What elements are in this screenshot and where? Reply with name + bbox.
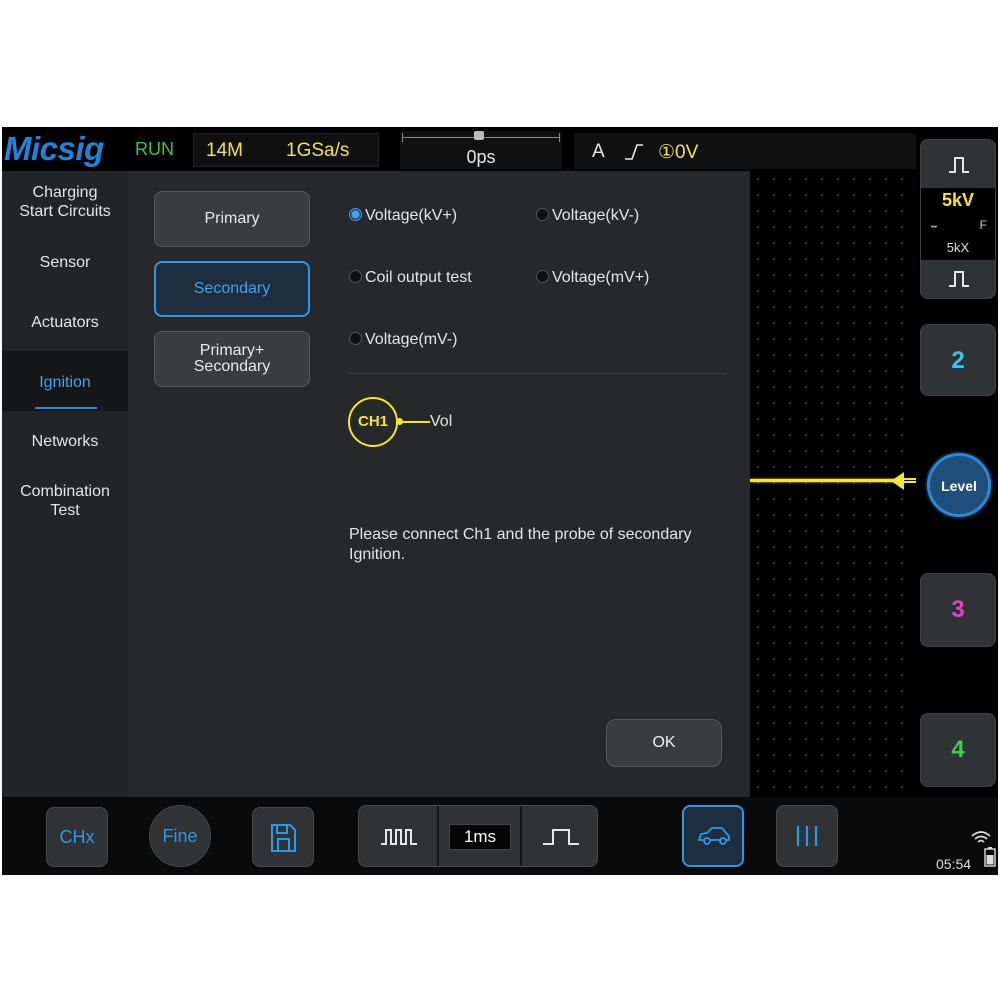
ch2-button[interactable]: 2: [920, 324, 996, 396]
radio-selected-icon: [349, 208, 362, 221]
radio-unselected-icon: [349, 270, 362, 283]
nav-label-line1: Charging: [32, 184, 98, 201]
option-voltage-mv-minus[interactable]: Voltage(mV-): [349, 331, 457, 349]
ch2-label: 2: [951, 347, 965, 374]
cursor-lines-icon: [796, 826, 818, 846]
nav-item-sensor[interactable]: Sensor: [2, 253, 128, 272]
option-label: Voltage(kV+): [365, 207, 458, 224]
radio-unselected-icon: [349, 332, 362, 345]
run-status[interactable]: RUN: [135, 139, 174, 160]
level-label: Level: [941, 478, 977, 494]
trigger-level: ①0V: [658, 142, 699, 163]
timebase-divider-left: [437, 806, 439, 866]
horizontal-position-bar[interactable]: 0ps: [400, 131, 562, 169]
horizontal-position-value: 0ps: [466, 147, 496, 167]
nav-label-line1: Actuators: [31, 314, 99, 331]
save-button[interactable]: [252, 807, 314, 867]
primary-button[interactable]: Primary: [154, 191, 310, 247]
automotive-mode-button[interactable]: [682, 805, 744, 867]
falling-pulse-icon: [949, 271, 969, 287]
nav-label-line1: Ignition: [39, 374, 91, 391]
option-label: Voltage(kV-): [552, 207, 640, 224]
sample-rate: 1GSa/s: [286, 140, 350, 161]
nav-item-actuators[interactable]: Actuators: [2, 313, 128, 332]
timebase-value: 1ms: [449, 824, 511, 850]
timebase-increase-icon[interactable]: [541, 826, 581, 848]
connection-signal-label: Vol: [430, 413, 453, 430]
ch1-probe-ratio: 5kX: [946, 240, 970, 255]
automotive-category-nav: Charging Start Circuits Sensor Actuators…: [2, 171, 128, 797]
ignition-test-dialog: Primary Secondary Primary+ Secondary Vol…: [128, 171, 750, 797]
save-icon: [271, 824, 296, 852]
chx-button[interactable]: CHx: [46, 807, 108, 867]
timebase-divider-right: [520, 806, 522, 866]
option-coil-output-test[interactable]: Coil output test: [349, 269, 472, 287]
ch1-coupling-flag: F: [979, 218, 987, 232]
ch1-vertical-scale: 5kV: [941, 190, 975, 210]
nav-item-ignition[interactable]: Ignition: [2, 373, 128, 392]
wifi-icon: [971, 831, 991, 843]
track-left-tick: [402, 133, 403, 142]
secondary-button[interactable]: Secondary: [154, 261, 310, 317]
nav-active-indicator: [35, 407, 97, 409]
nav-label-line1: Networks: [31, 433, 99, 450]
secondary-label: Secondary: [193, 280, 271, 297]
trigger-info[interactable]: A ①0V: [574, 133, 916, 169]
oscilloscope-screen: Micsig RUN 14M 1GSa/s 0ps A ①0V 5kV ╍ F …: [2, 127, 998, 875]
rising-edge-icon: [625, 144, 643, 160]
dc-coupling-icon: ╍: [931, 222, 938, 233]
battery-icon: [984, 847, 996, 867]
brand-logo: Micsig: [4, 130, 104, 167]
trigger-level-marker-tail: [902, 478, 916, 483]
nav-label-line1: Combination: [20, 483, 110, 500]
nav-item-charging-start-circuits[interactable]: Charging Start Circuits: [2, 183, 128, 221]
timebase-decrease-icon[interactable]: [379, 826, 419, 848]
section-divider: [348, 373, 726, 374]
trigger-position-marker[interactable]: [474, 131, 484, 140]
option-label: Voltage(mV-): [365, 331, 458, 348]
radio-unselected-icon: [536, 208, 549, 221]
nav-item-combination-test[interactable]: Combination Test: [2, 482, 128, 520]
acquisition-info[interactable]: 14M 1GSa/s: [193, 133, 379, 167]
primary-label: Primary: [204, 210, 260, 227]
cursor-button[interactable]: [776, 805, 838, 867]
ch4-button[interactable]: 4: [920, 713, 996, 787]
ch1-connector-icon: CH1: [348, 397, 398, 447]
option-voltage-kv-minus[interactable]: Voltage(kV-): [536, 207, 639, 225]
connector-line: [398, 421, 430, 423]
fine-button[interactable]: Fine: [149, 805, 211, 867]
ch1-settings-button[interactable]: 5kV ╍ F 5kX: [920, 139, 996, 299]
ch3-label: 3: [951, 596, 965, 623]
nav-label-line2: Test: [50, 502, 80, 519]
clock: 05:54: [936, 856, 972, 872]
primary-secondary-label-line2: Secondary: [193, 358, 271, 375]
nav-label-line2: Start Circuits: [19, 203, 111, 220]
ch3-button[interactable]: 3: [920, 573, 996, 647]
ch1-waveform-trace: [750, 479, 900, 482]
primary-secondary-label-line1: Primary+: [199, 342, 265, 359]
level-knob-button[interactable]: Level: [927, 453, 991, 517]
option-label: Coil output test: [365, 269, 472, 286]
timebase-control: 1ms: [358, 805, 598, 867]
trigger-source: A: [592, 141, 605, 162]
option-label: Voltage(mV+): [552, 269, 650, 286]
car-icon: [697, 827, 730, 845]
bottom-toolbar: CHx Fine 1ms 05:54: [2, 797, 998, 875]
rising-pulse-icon: [949, 157, 969, 173]
ch4-label: 4: [951, 736, 965, 763]
nav-item-networks[interactable]: Networks: [2, 432, 128, 451]
ok-button[interactable]: OK: [606, 719, 722, 767]
option-voltage-mv-plus[interactable]: Voltage(mV+): [536, 269, 649, 287]
memory-depth: 14M: [206, 140, 243, 161]
radio-unselected-icon: [536, 270, 549, 283]
option-voltage-kv-plus[interactable]: Voltage(kV+): [349, 207, 457, 225]
primary-secondary-button[interactable]: Primary+ Secondary: [154, 331, 310, 387]
nav-label-line1: Sensor: [39, 254, 91, 271]
connection-instruction: Please connect Ch1 and the probe of seco…: [349, 526, 692, 563]
track-right-tick: [559, 133, 560, 142]
